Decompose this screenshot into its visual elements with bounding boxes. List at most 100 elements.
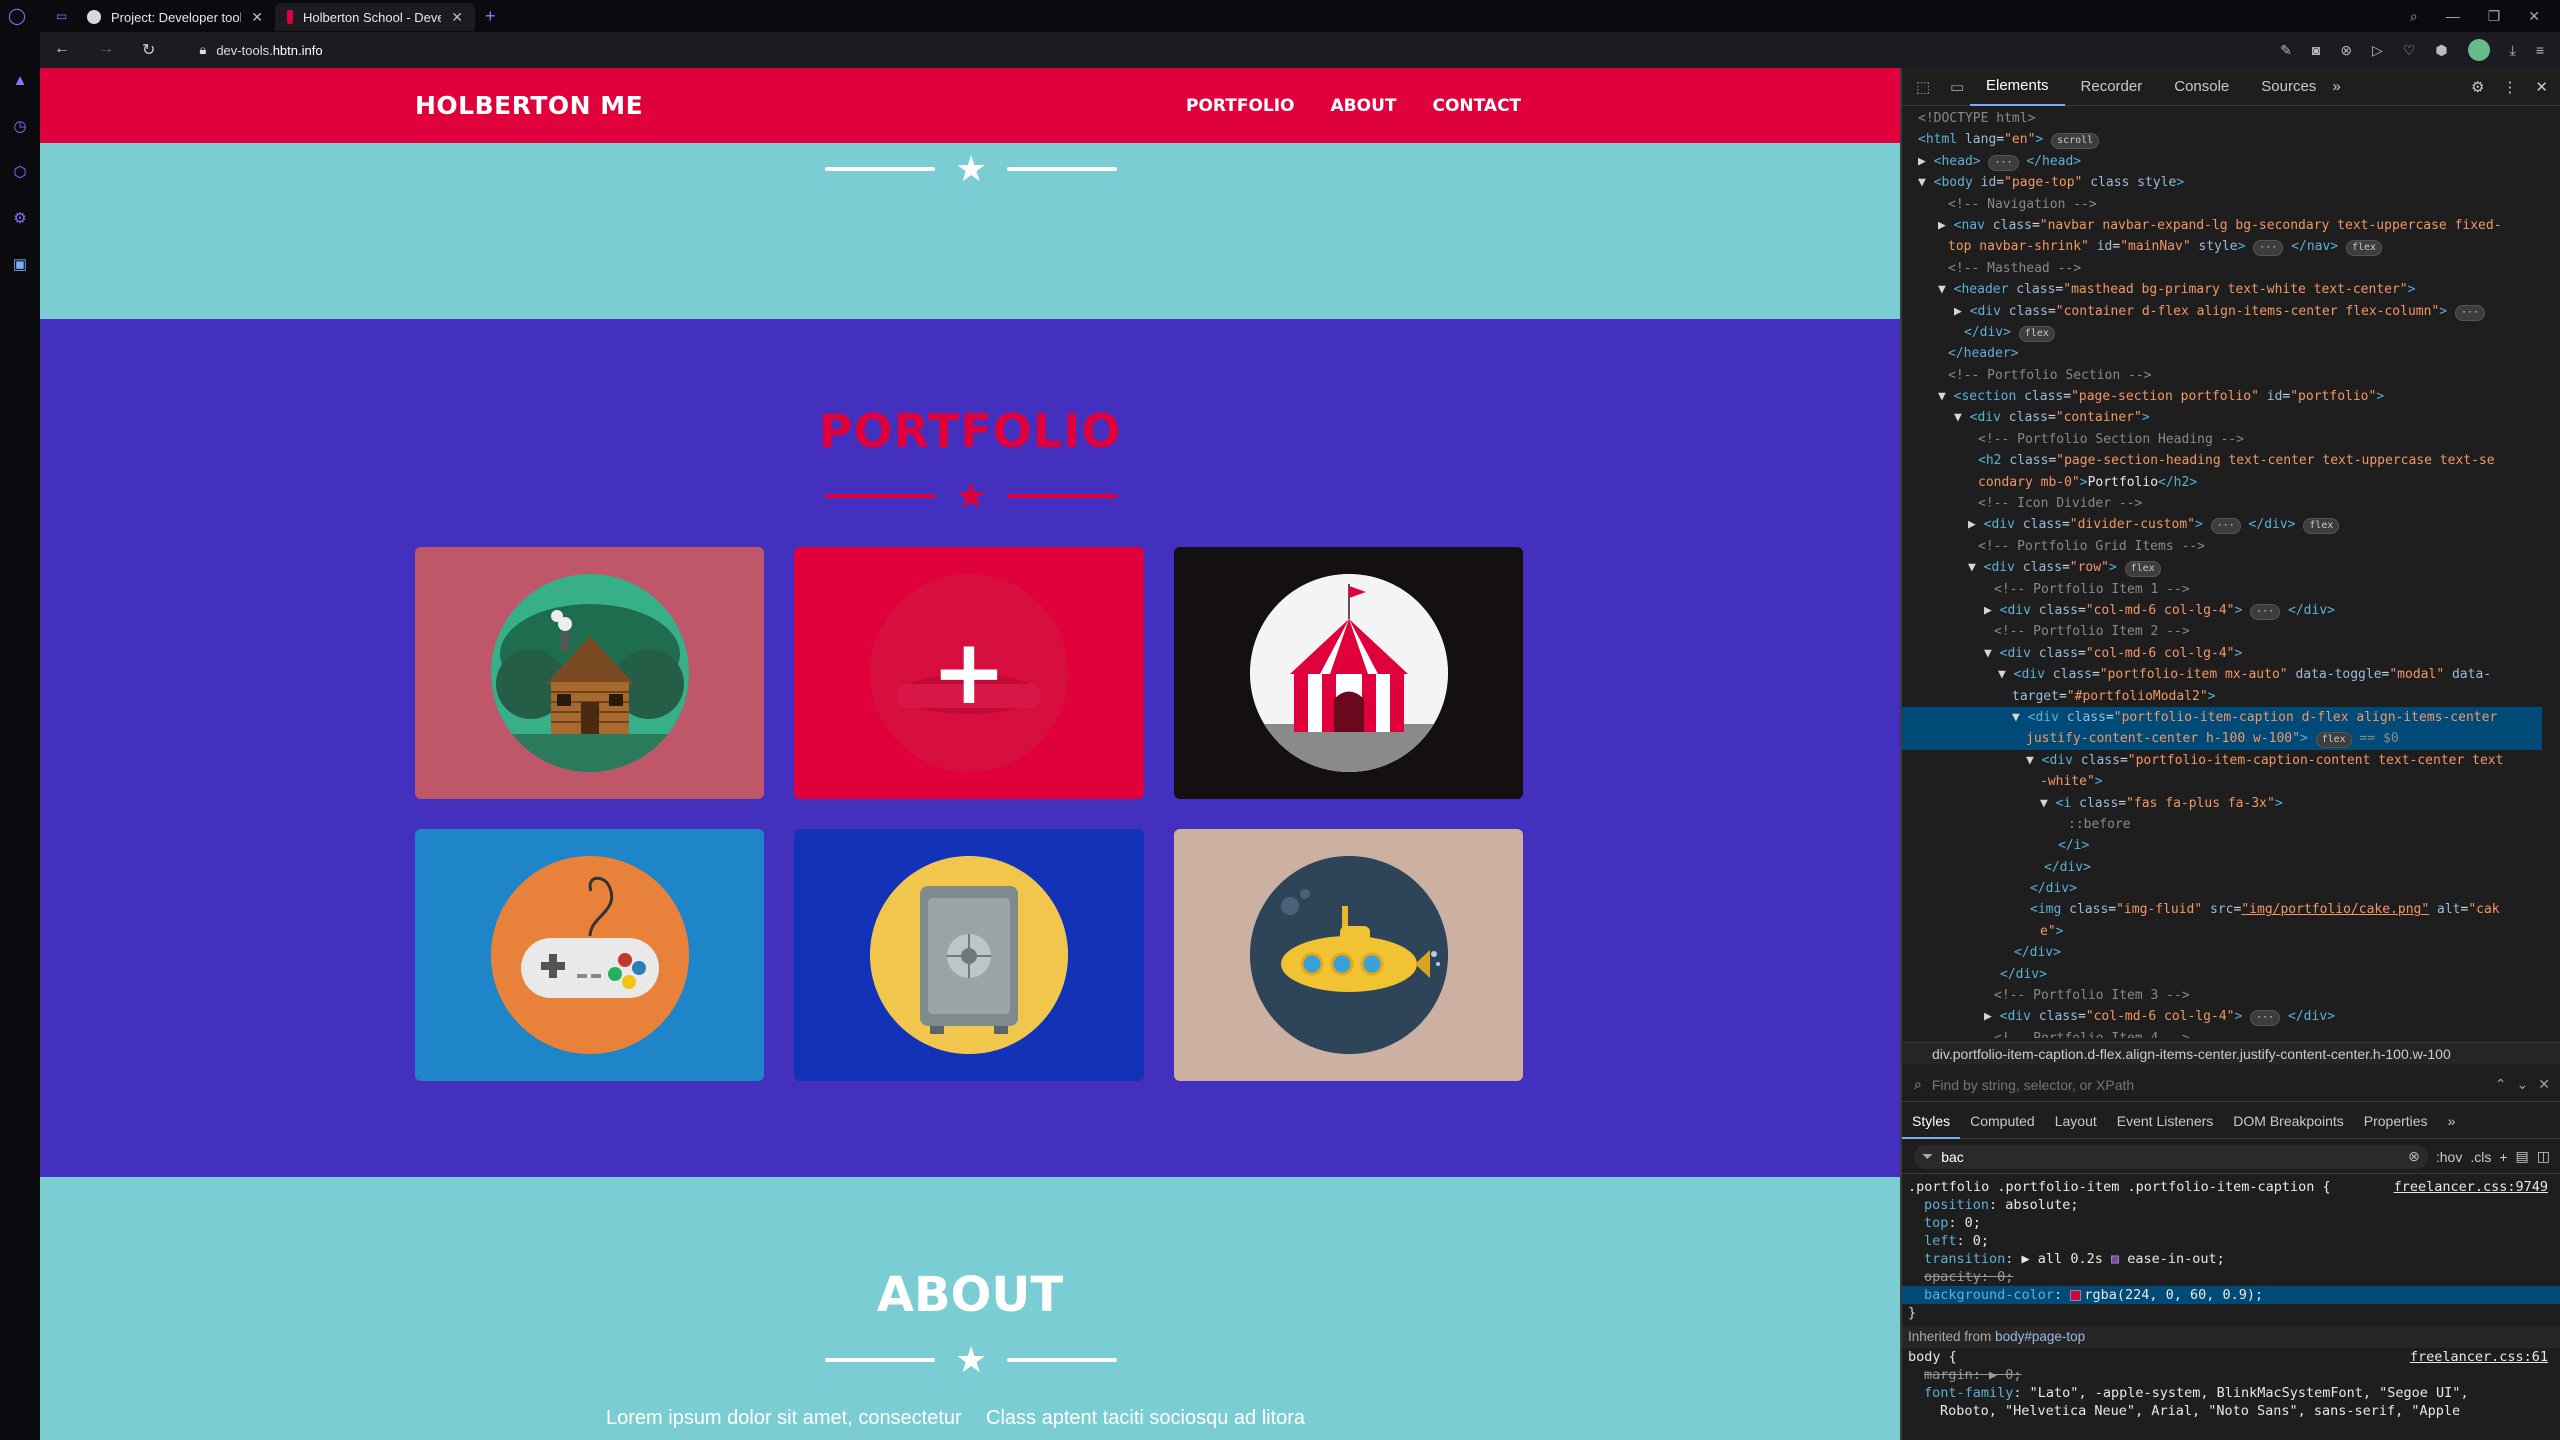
dom-line[interactable]: <!-- Portfolio Item 2 -->	[1902, 621, 2542, 642]
tab-computed[interactable]: Computed	[1960, 1103, 2045, 1139]
dom-line[interactable]: top navbar-shrink" id="mainNav" style> ·…	[1902, 236, 2542, 257]
close-icon[interactable]: ✕	[2538, 1076, 2560, 1093]
dom-line[interactable]: <!-- Icon Divider -->	[1902, 493, 2542, 514]
browser-logo-icon[interactable]: ◯	[8, 6, 26, 26]
inherited-from-link[interactable]: body#page-top	[1995, 1329, 2085, 1344]
portfolio-item-controller[interactable]	[415, 829, 764, 1081]
dom-line[interactable]: -white">	[1902, 771, 2542, 792]
css-declaration[interactable]: top: 0;	[1902, 1214, 2560, 1232]
add-rule-icon[interactable]: +	[2499, 1149, 2507, 1165]
dom-line[interactable]: </div>	[1902, 878, 2542, 899]
workspaces-icon[interactable]: ▭	[56, 9, 67, 23]
forward-icon[interactable]: →	[98, 40, 114, 60]
dom-line[interactable]: ▼ <div class="portfolio-item-caption-con…	[1902, 750, 2542, 771]
browser-tab-project[interactable]: Project: Developer tools | A ✕	[75, 3, 275, 31]
more-tabs-icon[interactable]: »	[2332, 78, 2340, 95]
chevron-down-icon[interactable]: ⌄	[2517, 1076, 2529, 1093]
url-field[interactable]: 🔒︎ dev-tools.hbtn.info	[199, 42, 322, 58]
dom-line[interactable]: <!DOCTYPE html>	[1902, 108, 2542, 129]
play-icon[interactable]: ▷	[2372, 42, 2383, 59]
tab-dom-breakpoints[interactable]: DOM Breakpoints	[2223, 1103, 2353, 1139]
extension-icon[interactable]: ⬢	[2435, 42, 2447, 59]
dom-line[interactable]: </div>	[1902, 857, 2542, 878]
tab-event-listeners[interactable]: Event Listeners	[2107, 1103, 2224, 1139]
dom-breadcrumb[interactable]: div.portfolio-item-caption.d-flex.align-…	[1902, 1042, 2560, 1064]
nav-about-link[interactable]: ABOUT	[1331, 96, 1397, 116]
dom-line-selected[interactable]: ▼ <div class="portfolio-item-caption d-f…	[1902, 706, 2542, 729]
portfolio-item-submarine[interactable]	[1174, 829, 1523, 1081]
avatar[interactable]	[2467, 39, 2490, 61]
css-declaration[interactable]: opacity: 0;	[1902, 1268, 2560, 1286]
portfolio-item-safe[interactable]	[794, 829, 1144, 1081]
back-icon[interactable]: ←	[54, 40, 70, 60]
maximize-icon[interactable]: ❐	[2488, 8, 2501, 25]
rule-source-link[interactable]: freelancer.css:61	[2410, 1348, 2560, 1366]
dom-line[interactable]: </div>	[1902, 964, 2542, 985]
dom-line[interactable]: ▶ <nav class="navbar navbar-expand-lg bg…	[1902, 215, 2542, 236]
css-declaration[interactable]: font-family: "Lato", -apple-system, Blin…	[1902, 1384, 2560, 1402]
styles-filter-input[interactable]: ⏷ bac ⊗	[1914, 1144, 2428, 1169]
dom-line[interactable]: ▼ <body id="page-top" class style>	[1902, 172, 2542, 193]
paint-icon[interactable]: ▤	[2516, 1148, 2529, 1165]
reload-icon[interactable]: ↻	[142, 40, 155, 60]
sidebar-settings-icon[interactable]: ⚙	[13, 209, 26, 227]
dom-line[interactable]: ▼ <div class="row"> flex	[1902, 557, 2542, 578]
sidebar-cube-icon[interactable]: ⬡	[13, 163, 26, 181]
dom-line[interactable]: <!-- Portfolio Item 1 -->	[1902, 579, 2542, 600]
dom-line[interactable]: ▼ <i class="fas fa-plus fa-3x">	[1902, 793, 2542, 814]
device-toggle-icon[interactable]: ▭	[1950, 78, 1970, 96]
dom-line[interactable]: ▶ <div class="col-md-6 col-lg-4"> ··· </…	[1902, 600, 2542, 621]
tab-sources[interactable]: Sources	[2245, 68, 2332, 106]
browser-tab-holberton[interactable]: Holberton School - Develo ✕	[275, 3, 475, 31]
close-window-icon[interactable]: ✕	[2528, 8, 2540, 25]
dom-line[interactable]: <!-- Portfolio Section Heading -->	[1902, 429, 2542, 450]
dom-line[interactable]: </header>	[1902, 343, 2542, 364]
dom-line[interactable]: <img class="img-fluid" src="img/portfoli…	[1902, 899, 2542, 920]
hov-toggle[interactable]: :hov	[2436, 1149, 2462, 1165]
dom-line[interactable]: <h2 class="page-section-heading text-cen…	[1902, 450, 2542, 471]
dom-line[interactable]: <!-- Portfolio Item 4 -->	[1902, 1028, 2542, 1038]
dom-line[interactable]: <!-- Portfolio Grid Items -->	[1902, 536, 2542, 557]
dom-line[interactable]: <!-- Portfolio Item 3 -->	[1902, 985, 2542, 1006]
css-declaration[interactable]: Roboto, "Helvetica Neue", Arial, "Noto S…	[1902, 1402, 2560, 1420]
dom-line[interactable]: <!-- Masthead -->	[1902, 258, 2542, 279]
dom-line-selected[interactable]: justify-content-center h-100 w-100"> fle…	[1902, 728, 2542, 750]
sidebar-app-icon[interactable]: ▣	[13, 255, 27, 273]
dom-line[interactable]: ▼ <section class="page-section portfolio…	[1902, 386, 2542, 407]
sidebar-aria-icon[interactable]: ▲	[13, 72, 28, 89]
portfolio-item-circus[interactable]	[1174, 547, 1523, 799]
dom-line[interactable]: ▼ <header class="masthead bg-primary tex…	[1902, 279, 2542, 300]
dom-line[interactable]: condary mb-0">Portfolio</h2>	[1902, 472, 2542, 493]
close-icon[interactable]: ✕	[2535, 78, 2548, 96]
dom-line[interactable]: ▼ <div class="container">	[1902, 407, 2542, 428]
css-declaration[interactable]: left: 0;	[1902, 1232, 2560, 1250]
chevron-up-icon[interactable]: ⌃	[2495, 1076, 2507, 1093]
heart-icon[interactable]: ♡	[2403, 42, 2416, 59]
css-declaration[interactable]: transition: ▶ all 0.2s ▨ ease-in-out;	[1902, 1250, 2560, 1268]
dom-line[interactable]: <html lang="en"> scroll	[1902, 129, 2542, 150]
dom-line[interactable]: ▶ <div class="divider-custom"> ··· </div…	[1902, 514, 2542, 535]
dom-line[interactable]: ▶ <head> ··· </head>	[1902, 151, 2542, 172]
portfolio-item-cabin[interactable]	[415, 547, 764, 799]
css-declaration[interactable]: margin: ▶ 0;	[1902, 1366, 2560, 1384]
kebab-menu-icon[interactable]: ⋮	[2502, 78, 2517, 96]
color-swatch[interactable]	[2070, 1289, 2082, 1301]
dom-line[interactable]: ▼ <div class="portfolio-item mx-auto" da…	[1902, 664, 2542, 685]
dom-line[interactable]: ▶ <div class="container d-flex align-ite…	[1902, 301, 2542, 322]
tab-elements[interactable]: Elements	[1970, 68, 2065, 106]
css-declaration-highlighted[interactable]: background-color: rgba(224, 0, 60, 0.9);	[1902, 1286, 2560, 1304]
dom-line[interactable]: ▶ <div class="col-md-6 col-lg-4"> ··· </…	[1902, 1006, 2542, 1027]
dom-line[interactable]: <!-- Portfolio Section -->	[1902, 365, 2542, 386]
tab-properties[interactable]: Properties	[2354, 1103, 2438, 1139]
dom-line[interactable]: target="#portfolioModal2">	[1902, 686, 2542, 707]
clear-icon[interactable]: ⊗	[2408, 1148, 2420, 1165]
download-icon[interactable]: ⤓	[2510, 42, 2516, 59]
more-tabs-icon[interactable]: »	[2438, 1103, 2466, 1139]
dom-line[interactable]: </div> flex	[1902, 322, 2542, 343]
tab-console[interactable]: Console	[2158, 68, 2245, 106]
search-icon[interactable]: ⌕	[2410, 8, 2418, 25]
cls-toggle[interactable]: .cls	[2470, 1149, 2491, 1165]
tab-layout[interactable]: Layout	[2045, 1103, 2107, 1139]
edit-icon[interactable]: ✎	[2280, 42, 2292, 59]
dom-line[interactable]: <!-- Navigation -->	[1902, 194, 2542, 215]
